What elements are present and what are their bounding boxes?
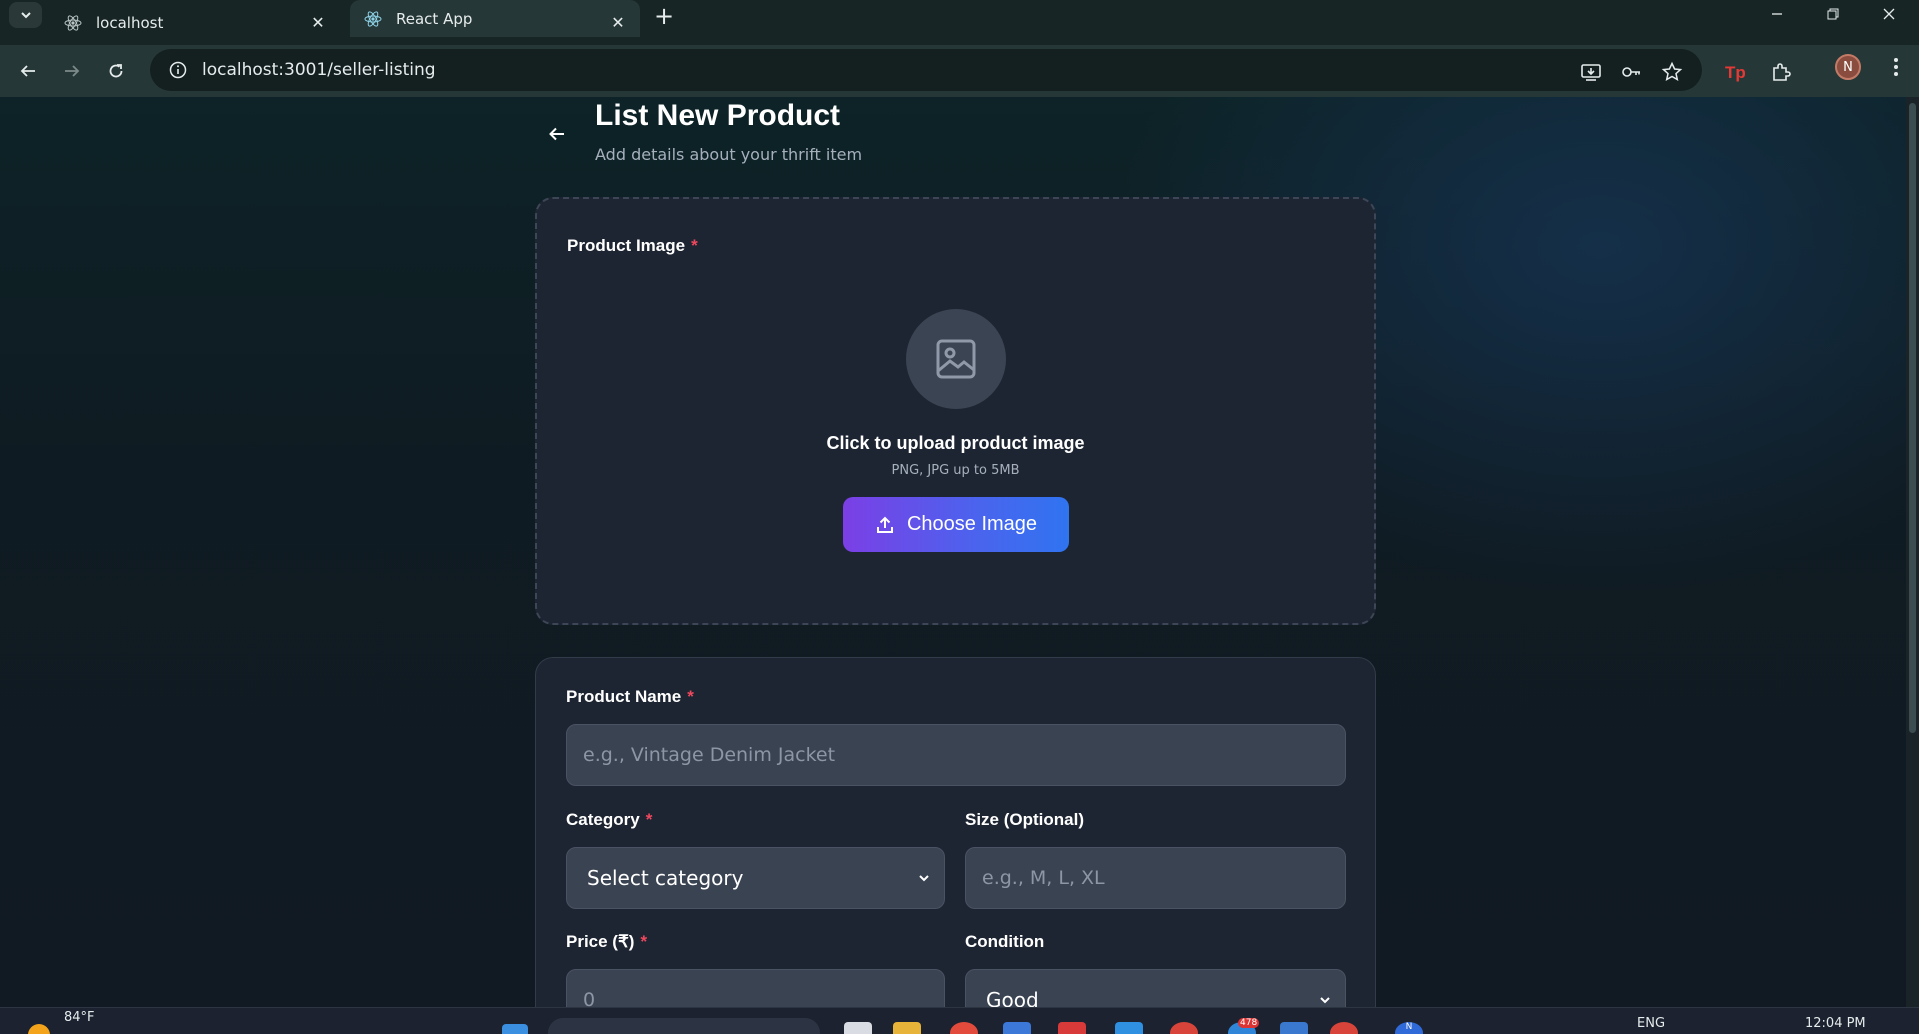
chevron-down-icon: [20, 12, 31, 19]
close-icon[interactable]: ✕: [308, 12, 328, 32]
taskbar-search-box[interactable]: [548, 1018, 820, 1034]
restore-icon: [1827, 8, 1839, 20]
page-title: List New Product: [595, 99, 841, 132]
restore-button[interactable]: [1805, 0, 1861, 28]
clock-time[interactable]: 12:04 PM: [1805, 1016, 1866, 1031]
browser-menu-button[interactable]: [1885, 52, 1907, 82]
os-taskbar: 84°F 478 N ENG 12:04 PM: [0, 1007, 1919, 1034]
vscode-icon[interactable]: [1115, 1022, 1143, 1034]
browser-toolbar: localhost:3001/seller-listing Tp: [0, 45, 1919, 97]
minimize-icon: [1772, 13, 1782, 15]
required-mark: *: [691, 236, 698, 255]
language-indicator[interactable]: ENG: [1637, 1016, 1665, 1031]
condition-label: Condition: [965, 932, 1045, 951]
price-input[interactable]: 0: [566, 969, 945, 1007]
new-tab-button[interactable]: +: [652, 2, 676, 30]
key-icon[interactable]: [1619, 60, 1643, 84]
red-app-icon[interactable]: [1058, 1022, 1086, 1034]
arrow-left-icon: [549, 127, 564, 141]
tab-title: localhost: [96, 13, 164, 32]
reload-icon: [109, 64, 123, 78]
chrome-active-icon[interactable]: [1330, 1022, 1358, 1034]
image-upload-dropzone[interactable]: Product Image * Click to upload product i…: [535, 197, 1376, 625]
page-scrollbar[interactable]: [1906, 97, 1919, 1007]
image-icon: [936, 339, 976, 379]
arrow-right-icon: [65, 65, 80, 77]
telegram-icon[interactable]: 478: [1228, 1018, 1260, 1034]
product-name-label: Product Name *: [566, 687, 694, 706]
tab-localhost[interactable]: localhost ✕: [50, 0, 340, 45]
upload-icon: [876, 516, 893, 533]
upload-hint: PNG, JPG up to 5MB: [891, 463, 1020, 478]
image-placeholder: [906, 309, 1006, 409]
product-details-form: Product Name * e.g., Vintage Denim Jacket…: [535, 657, 1376, 1007]
product-name-input[interactable]: e.g., Vintage Denim Jacket: [566, 724, 1346, 786]
close-icon: [1883, 8, 1895, 20]
scroll-thumb[interactable]: [1909, 103, 1916, 733]
required-mark: *: [687, 687, 694, 706]
chevron-down-icon: [1317, 992, 1333, 1007]
react-icon: [64, 14, 82, 32]
upload-prompt: Click to upload product image: [826, 433, 1085, 453]
address-bar[interactable]: localhost:3001/seller-listing: [150, 49, 1702, 91]
weather-temperature[interactable]: 84°F: [64, 1010, 95, 1025]
tab-react-app[interactable]: React App ✕: [350, 0, 640, 37]
close-icon[interactable]: ✕: [608, 12, 628, 32]
tab-search-button[interactable]: [9, 2, 42, 28]
price-label: Price (₹) *: [566, 932, 648, 951]
extension-tp-icon[interactable]: Tp: [1722, 59, 1748, 85]
condition-select[interactable]: Good: [965, 969, 1346, 1007]
file-explorer-icon[interactable]: [893, 1022, 921, 1034]
extensions-puzzle-icon[interactable]: [1768, 59, 1794, 85]
install-app-icon[interactable]: [1579, 60, 1603, 84]
reload-button[interactable]: [100, 55, 132, 87]
store-app-icon[interactable]: [1280, 1022, 1308, 1034]
required-mark: *: [645, 810, 653, 829]
size-input[interactable]: e.g., M, L, XL: [965, 847, 1346, 909]
choose-image-label: Choose Image: [906, 513, 1038, 535]
size-label: Size (Optional): [965, 810, 1084, 829]
chrome-icon[interactable]: [950, 1022, 978, 1034]
svg-text:Tp: Tp: [1725, 63, 1746, 82]
task-view-icon[interactable]: [844, 1022, 872, 1034]
choose-image-button[interactable]: Choose Image: [843, 497, 1069, 552]
tab-strip: localhost ✕ React App ✕ +: [0, 0, 1919, 45]
category-label: Category *: [566, 810, 653, 829]
start-windows-icon[interactable]: [502, 1024, 528, 1034]
back-arrow-button[interactable]: [542, 119, 572, 149]
url-text: localhost:3001/seller-listing: [202, 60, 436, 80]
product-image-label: Product Image *: [567, 236, 698, 255]
category-select[interactable]: Select category: [566, 847, 945, 909]
arrow-left-icon: [20, 65, 35, 77]
chevron-down-icon: [916, 870, 932, 886]
chrome-user-icon[interactable]: N: [1395, 1022, 1423, 1034]
calendar-app-icon[interactable]: [1003, 1022, 1031, 1034]
bookmark-star-icon[interactable]: [1660, 60, 1684, 84]
minimize-button[interactable]: [1749, 0, 1805, 28]
back-button[interactable]: [12, 55, 44, 87]
weather-sun-icon[interactable]: [28, 1024, 50, 1034]
notification-badge: 478: [1238, 1018, 1260, 1028]
profile-avatar[interactable]: N: [1835, 54, 1861, 80]
info-icon[interactable]: [158, 61, 198, 79]
page-viewport: List New Product Add details about your …: [0, 97, 1906, 1007]
required-mark: *: [640, 932, 648, 951]
close-window-button[interactable]: [1861, 0, 1917, 28]
chrome-profile-icon[interactable]: [1170, 1022, 1198, 1034]
page-subtitle: Add details about your thrift item: [595, 145, 863, 164]
tab-title: React App: [396, 9, 473, 28]
forward-button[interactable]: [56, 55, 88, 87]
react-icon: [364, 10, 382, 28]
